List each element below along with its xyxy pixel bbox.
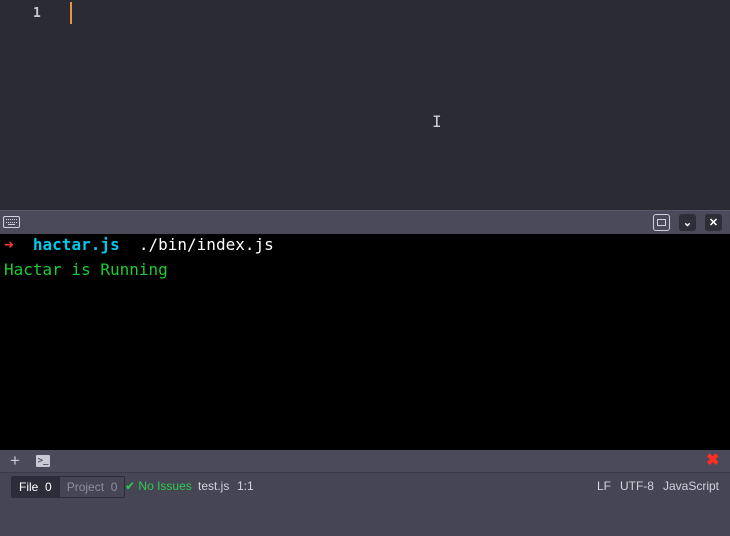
file-scope-tab[interactable]: File 0 bbox=[12, 477, 59, 497]
current-file-name[interactable]: test.js bbox=[198, 476, 229, 496]
status-bar-right: LF UTF-8 JavaScript bbox=[597, 476, 719, 496]
file-issue-count: 0 bbox=[45, 480, 52, 494]
project-scope-label: Project bbox=[66, 480, 105, 494]
file-scope-label: File bbox=[19, 480, 39, 494]
terminal-argument: ./bin/index.js bbox=[138, 235, 274, 254]
editor-pane[interactable]: 1 I bbox=[0, 0, 730, 210]
status-bar: File 0 Project 0 ✔ No Issues test.js 1:1… bbox=[0, 472, 730, 536]
keyboard-icon[interactable] bbox=[3, 216, 20, 228]
encoding-selector[interactable]: UTF-8 bbox=[620, 476, 654, 496]
terminal-tab-bar: + >_ ✖ bbox=[0, 450, 730, 472]
cursor-position[interactable]: 1:1 bbox=[237, 476, 254, 496]
ibeam-cursor-icon: I bbox=[432, 112, 442, 131]
prompt-arrow-icon: ➜ bbox=[4, 235, 14, 254]
terminal-command: hactar.js bbox=[32, 235, 120, 254]
line-ending-selector[interactable]: LF bbox=[597, 476, 611, 496]
terminal-output[interactable]: ➜ hactar.js ./bin/index.js Hactar is Run… bbox=[0, 234, 730, 450]
terminal-output-line: Hactar is Running bbox=[4, 260, 168, 279]
project-issue-count: 0 bbox=[110, 480, 118, 494]
line-number: 1 bbox=[33, 6, 41, 21]
terminal-header: ⌄ ✕ bbox=[0, 210, 730, 234]
linter-scope-toggle: File 0 Project 0 bbox=[11, 476, 126, 498]
project-scope-tab[interactable]: Project 0 bbox=[58, 477, 125, 497]
terminal-command-line: ➜ hactar.js ./bin/index.js bbox=[4, 235, 274, 254]
close-icon[interactable]: ✕ bbox=[705, 214, 722, 231]
issues-status[interactable]: ✔ No Issues bbox=[125, 476, 192, 496]
grammar-selector[interactable]: JavaScript bbox=[663, 476, 719, 496]
add-terminal-icon[interactable]: + bbox=[10, 451, 20, 471]
chevron-down-icon[interactable]: ⌄ bbox=[679, 214, 696, 231]
check-icon: ✔ bbox=[125, 479, 136, 493]
maximize-icon[interactable] bbox=[653, 214, 670, 231]
issues-text: No Issues bbox=[138, 479, 192, 493]
close-terminal-icon[interactable]: ✖ bbox=[706, 451, 719, 471]
terminal-prompt-icon[interactable]: >_ bbox=[36, 455, 50, 467]
text-cursor bbox=[70, 2, 72, 24]
